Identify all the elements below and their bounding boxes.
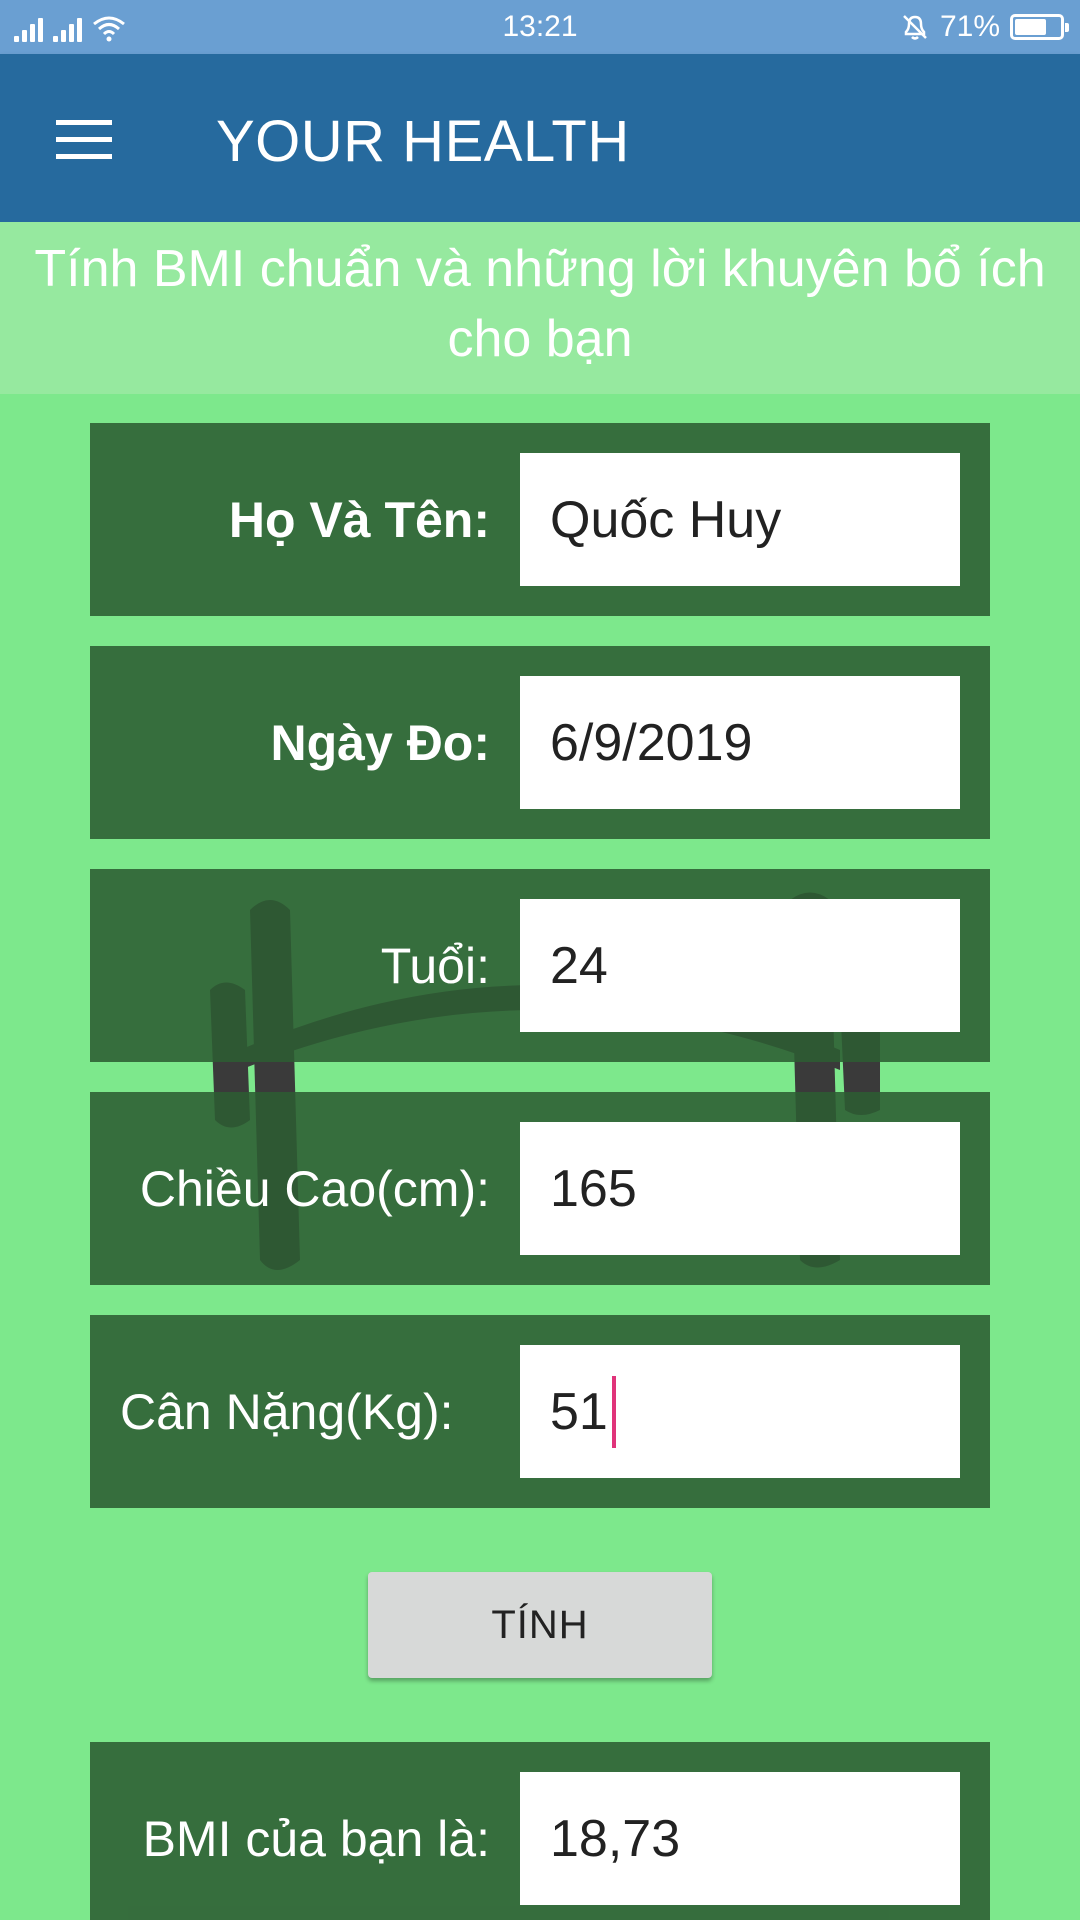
battery-percent: 71% bbox=[939, 10, 1000, 43]
bmi-result-label: BMI của bạn là: bbox=[142, 1810, 490, 1867]
height-label: Chiều Cao(cm): bbox=[139, 1160, 490, 1217]
name-label: Họ Và Tên: bbox=[228, 491, 490, 548]
weight-input[interactable]: 51 bbox=[520, 1345, 960, 1478]
name-input[interactable]: Quốc Huy bbox=[520, 453, 960, 586]
date-row: Ngày Đo: 6/9/2019 bbox=[90, 646, 990, 839]
app-title: YOUR HEALTH bbox=[216, 109, 630, 174]
age-input[interactable]: 24 bbox=[520, 899, 960, 1032]
status-bar: 13:21 71% bbox=[0, 0, 1080, 54]
name-row: Họ Và Tên: Quốc Huy bbox=[90, 423, 990, 616]
battery-icon bbox=[1010, 14, 1069, 40]
battery-level-fill bbox=[1015, 19, 1047, 35]
weight-label: Cân Nặng(Kg): bbox=[120, 1383, 454, 1440]
alarm-off-icon bbox=[903, 15, 927, 40]
date-input[interactable]: 6/9/2019 bbox=[520, 676, 960, 809]
age-label: Tuổi: bbox=[380, 937, 490, 994]
height-row: Chiều Cao(cm): 165 bbox=[90, 1092, 990, 1285]
hamburger-menu-icon[interactable] bbox=[56, 120, 112, 160]
bmi-result-value: 18,73 bbox=[520, 1772, 960, 1905]
weight-row: Cân Nặng(Kg): 51 bbox=[90, 1315, 990, 1508]
bmi-result-row: BMI của bạn là: 18,73 bbox=[90, 1742, 990, 1920]
page-subtitle: Tính BMI chuẩn và những lời khuyên bổ íc… bbox=[0, 222, 1080, 394]
height-input[interactable]: 165 bbox=[520, 1122, 960, 1255]
age-row: Tuổi: 24 bbox=[90, 869, 990, 1062]
status-icons-right: 71% bbox=[900, 10, 1069, 44]
app-bar: YOUR HEALTH bbox=[0, 54, 1080, 222]
text-cursor bbox=[611, 1375, 616, 1448]
calculate-button[interactable]: TÍNH bbox=[368, 1572, 712, 1678]
weight-value: 51 bbox=[550, 1382, 608, 1441]
date-label: Ngày Đo: bbox=[270, 714, 490, 771]
